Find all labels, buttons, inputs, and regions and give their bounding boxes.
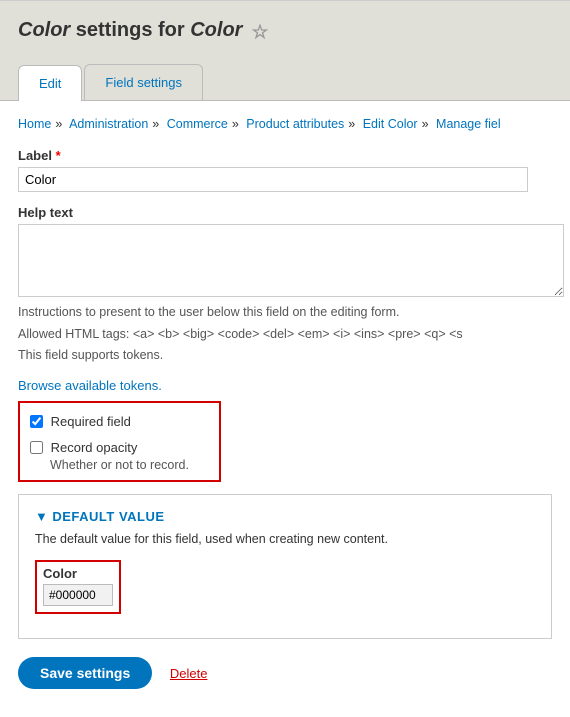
record-opacity-checkbox[interactable] bbox=[30, 441, 43, 454]
help-text-desc2: Allowed HTML tags: <a> <b> <big> <code> … bbox=[18, 325, 552, 344]
record-opacity-label: Record opacity bbox=[51, 440, 138, 455]
breadcrumb-commerce[interactable]: Commerce bbox=[167, 117, 228, 131]
chevron-down-icon: ▼ bbox=[35, 509, 48, 524]
default-color-label: Color bbox=[43, 566, 113, 581]
tab-field-settings[interactable]: Field settings bbox=[84, 64, 203, 100]
default-color-input[interactable] bbox=[43, 584, 113, 606]
tab-edit[interactable]: Edit bbox=[18, 65, 82, 101]
required-field-checkbox[interactable] bbox=[30, 415, 43, 428]
label-input[interactable] bbox=[18, 167, 528, 192]
required-field-label: Required field bbox=[51, 414, 131, 429]
star-icon[interactable] bbox=[252, 23, 268, 39]
default-color-box: Color bbox=[35, 560, 121, 614]
title-prefix: Color bbox=[18, 19, 70, 41]
delete-link[interactable]: Delete bbox=[170, 666, 208, 681]
form-actions: Save settings Delete bbox=[18, 657, 552, 689]
default-value-legend[interactable]: ▼Default Value bbox=[35, 509, 535, 532]
save-button[interactable]: Save settings bbox=[18, 657, 152, 689]
title-suffix: Color bbox=[190, 19, 242, 41]
label-label: Label * bbox=[18, 148, 552, 163]
browse-tokens-link[interactable]: Browse available tokens. bbox=[18, 378, 162, 393]
tabs: Edit Field settings bbox=[18, 64, 552, 100]
required-opacity-box: Required field Record opacity Whether or… bbox=[18, 401, 221, 482]
breadcrumb-admin[interactable]: Administration bbox=[69, 117, 148, 131]
breadcrumb-edit-color[interactable]: Edit Color bbox=[363, 117, 418, 131]
record-opacity-desc: Whether or not to record. bbox=[50, 458, 209, 472]
required-marker-icon: * bbox=[56, 148, 61, 163]
breadcrumb-manage-fields[interactable]: Manage fiel bbox=[436, 117, 501, 131]
page-title: Color settings for Color bbox=[18, 19, 552, 42]
title-mid: settings for bbox=[70, 19, 190, 41]
help-text-textarea[interactable] bbox=[18, 224, 564, 297]
help-text-label: Help text bbox=[18, 205, 552, 220]
breadcrumb-home[interactable]: Home bbox=[18, 117, 51, 131]
default-value-fieldset: ▼Default Value The default value for thi… bbox=[18, 494, 552, 639]
help-text-desc1: Instructions to present to the user belo… bbox=[18, 303, 552, 322]
help-text-desc3: This field supports tokens. bbox=[18, 346, 552, 365]
breadcrumb: Home» Administration» Commerce» Product … bbox=[18, 115, 552, 134]
breadcrumb-product-attributes[interactable]: Product attributes bbox=[246, 117, 344, 131]
default-value-desc: The default value for this field, used w… bbox=[35, 532, 535, 546]
